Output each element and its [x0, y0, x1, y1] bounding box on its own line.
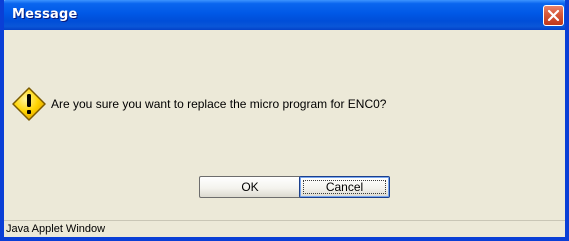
cancel-button[interactable]: Cancel: [299, 176, 390, 198]
message-row: Are you sure you want to replace the mic…: [12, 86, 386, 122]
close-button[interactable]: [543, 5, 564, 26]
warning-icon: [12, 87, 46, 121]
message-text: Are you sure you want to replace the mic…: [51, 97, 387, 111]
message-dialog: Message Are you sure you want to replace…: [0, 0, 569, 241]
cancel-button-label: Cancel: [325, 180, 364, 194]
status-bar: Java Applet Window: [4, 220, 565, 237]
title-bar[interactable]: Message: [4, 0, 565, 30]
close-icon: [547, 9, 560, 22]
window-title: Message: [12, 7, 78, 22]
ok-button[interactable]: OK: [199, 176, 301, 198]
ok-button-label: OK: [241, 180, 259, 194]
status-text: Java Applet Window: [6, 223, 106, 235]
